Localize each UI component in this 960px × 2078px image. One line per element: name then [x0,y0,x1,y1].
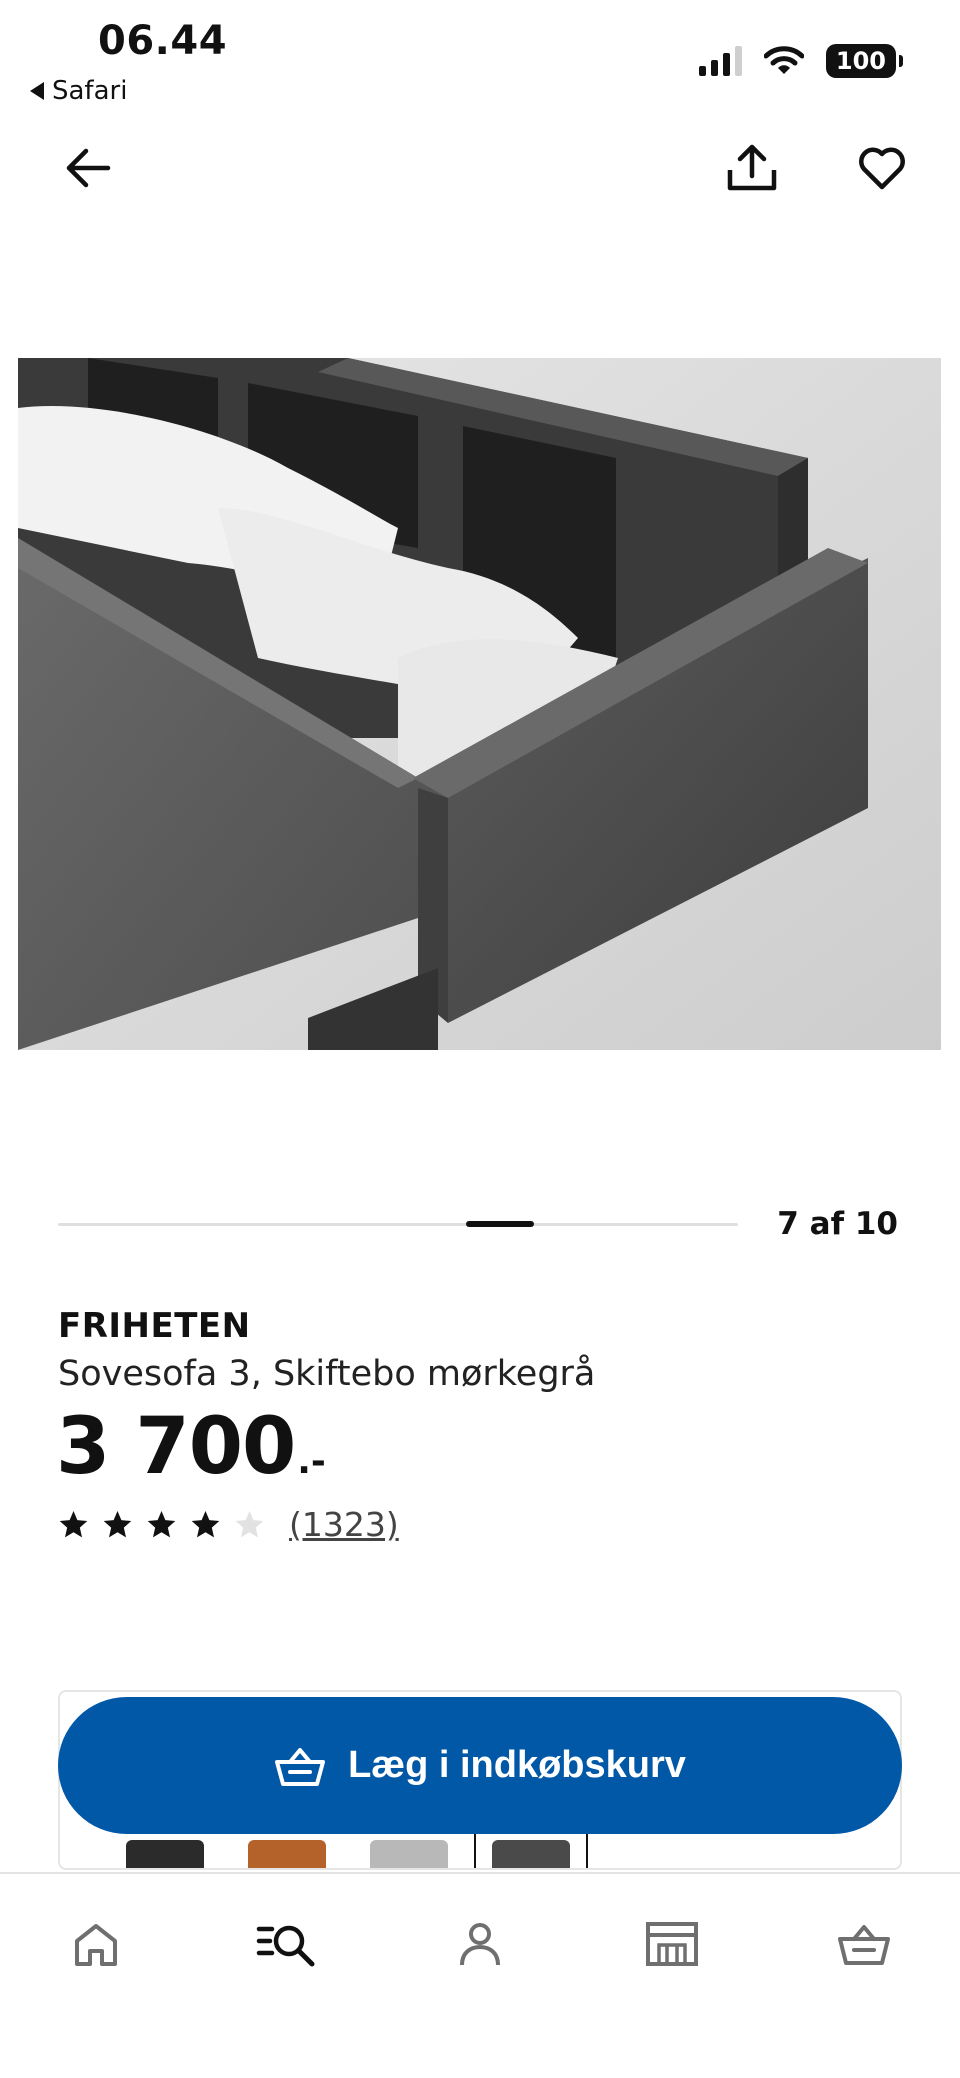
star-filled-icon [147,1510,176,1538]
sofa-thumbnail-image [370,1840,448,1868]
status-icons: 100 [698,44,904,78]
rating-stars [58,1509,265,1540]
basket-icon [275,1747,326,1786]
cart-icon [838,1925,890,1965]
sofa-thumbnail-image [248,1840,326,1868]
review-count-link[interactable]: (1323) [289,1505,399,1544]
star-filled-icon [59,1510,88,1538]
nav-cart[interactable] [814,1904,914,1984]
nav-store[interactable] [622,1904,722,1984]
back-button[interactable] [48,128,128,208]
carousel-track[interactable] [58,1221,738,1227]
heart-icon [859,147,905,190]
share-button[interactable] [712,128,792,208]
price-decimal: .- [297,1441,326,1483]
nav-search[interactable] [236,1904,336,1984]
product-price: 3 700 .- [56,1408,326,1486]
store-icon [646,1922,698,1966]
add-to-cart-button[interactable]: Læg i indkøbskurv [58,1697,902,1834]
share-icon [727,144,777,191]
sofa-thumbnail-image [126,1840,204,1868]
status-time: 06.44 [98,18,228,64]
nav-profile[interactable] [430,1904,530,1984]
back-to-safari-link[interactable]: Safari [30,76,127,106]
carousel-counter: 7 af 10 [777,1206,898,1242]
nav-home[interactable] [46,1904,146,1984]
battery-indicator: 100 [825,44,904,78]
battery-level: 100 [835,47,886,75]
arrow-left-icon [66,148,111,188]
product-description: Sovesofa 3, Skiftebo mørkegrå [58,1354,596,1394]
bottom-navigation [0,1872,960,2078]
app-bar [0,118,960,222]
price-integer: 3 700 [56,1402,296,1492]
back-app-label: Safari [52,76,128,106]
product-brand: FRIHETEN [58,1306,251,1346]
image-carousel-indicator: 7 af 10 [58,1200,898,1250]
profile-icon [460,1923,500,1966]
star-filled-icon [103,1510,132,1538]
carousel-position-thumb [466,1221,534,1227]
star-filled-icon [191,1510,220,1538]
search-list-icon [256,1925,315,1967]
favorite-button[interactable] [842,128,922,208]
back-triangle-icon [30,82,44,100]
status-bar: 06.44 Safari 100 [0,0,960,118]
sofa-thumbnail-image [492,1840,570,1868]
wifi-icon [763,46,804,74]
cellular-signal-icon [698,46,742,76]
product-rating[interactable]: (1323) [58,1505,399,1544]
add-to-cart-label: Læg i indkøbskurv [348,1744,686,1786]
product-image[interactable] [18,358,941,1050]
star-empty-icon [235,1510,264,1538]
sofa-bed-photo [18,358,941,1050]
home-icon [75,1924,117,1966]
